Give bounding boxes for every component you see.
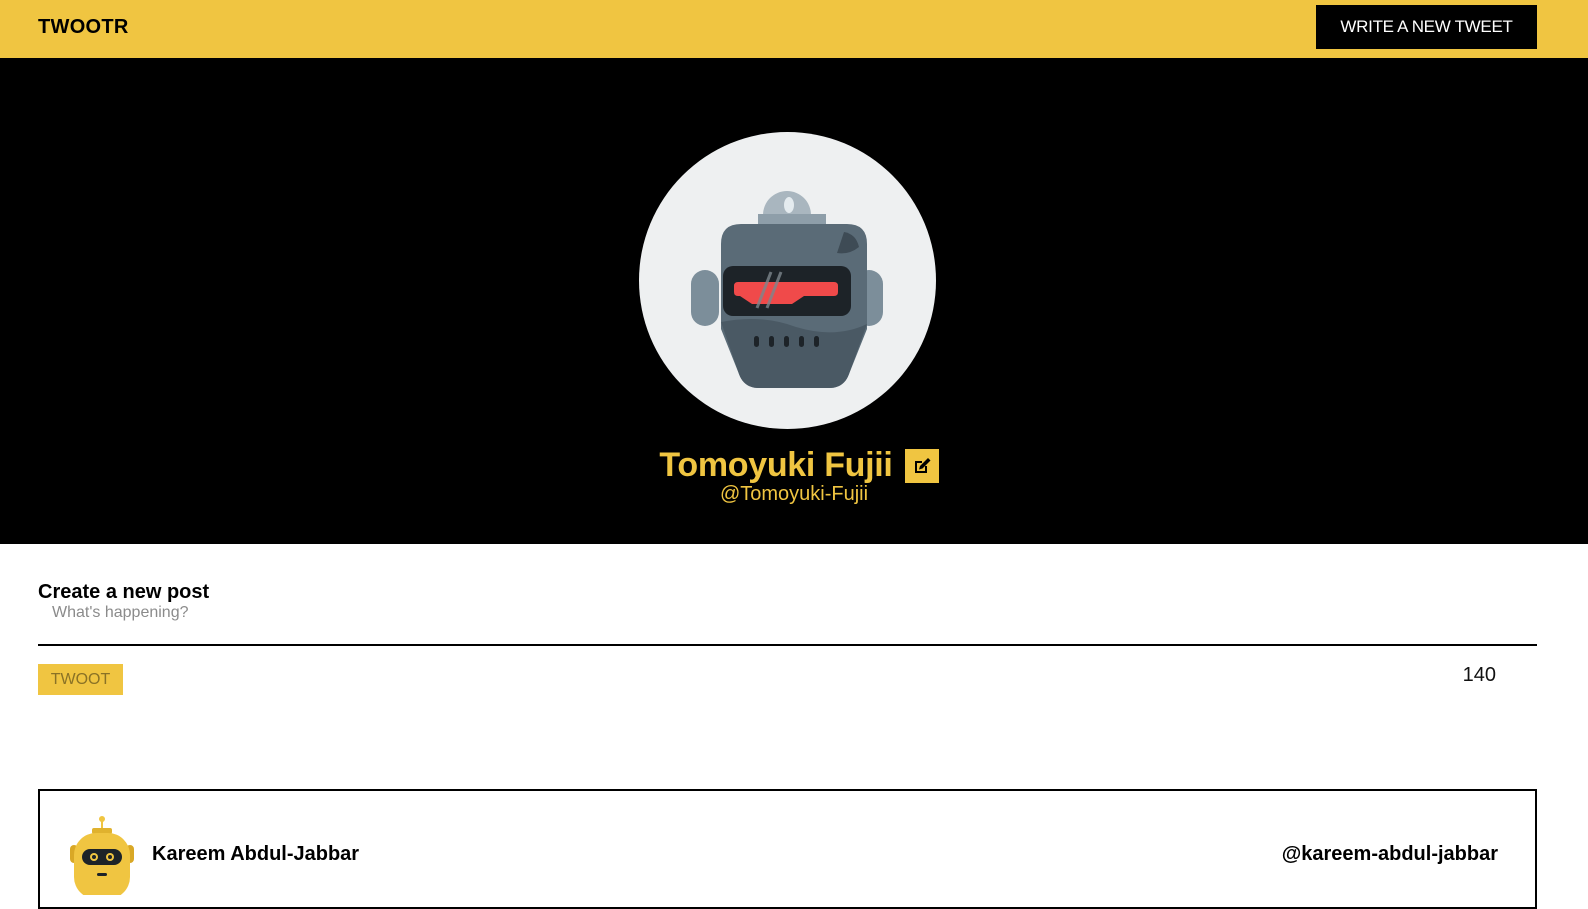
- profile-hero: Tomoyuki Fujii @Tomoyuki-Fujii: [0, 58, 1588, 544]
- yellow-robot-avatar-icon: [70, 816, 134, 895]
- post-input[interactable]: [38, 604, 1537, 646]
- write-new-tweet-button[interactable]: WRITE A NEW TWEET: [1316, 5, 1537, 49]
- composer-title: Create a new post: [38, 581, 210, 603]
- twoot-button[interactable]: TWOOT: [38, 664, 123, 695]
- robot-avatar-icon: [639, 132, 936, 429]
- tweet-author-handle: @kareem-abdul-jabbar: [1281, 843, 1498, 865]
- brand-logo[interactable]: TWOOTR: [38, 16, 129, 39]
- profile-handle: @Tomoyuki-Fujii: [719, 483, 869, 505]
- profile-name-row: Tomoyuki Fujii: [0, 446, 1588, 486]
- tweet-card: Kareem Abdul-Jabbar @kareem-abdul-jabbar: [38, 789, 1537, 909]
- top-navbar: TWOOTR WRITE A NEW TWEET: [0, 0, 1588, 58]
- profile-name: Tomoyuki Fujii: [659, 446, 893, 484]
- edit-icon: [914, 457, 931, 473]
- edit-profile-button[interactable]: [904, 448, 939, 483]
- tweet-author-name: Kareem Abdul-Jabbar: [152, 843, 360, 865]
- character-counter: 140: [1462, 664, 1496, 686]
